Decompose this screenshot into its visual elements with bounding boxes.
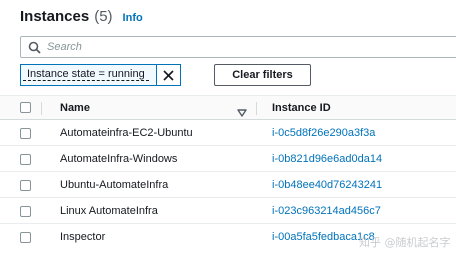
info-link[interactable]: Info [123,12,143,24]
instance-name: Automateinfra-EC2-Ubuntu [60,127,193,139]
clear-filters-button[interactable]: Clear filters [214,64,311,86]
table-row[interactable]: Linux AutomateInfra i-023c963214ad456c7 [0,198,456,224]
table-row[interactable]: AutomateInfra-Windows i-0b821d96e6ad0da1… [0,146,456,172]
instance-id-link[interactable]: i-0b48ee40d76243241 [272,179,382,191]
search-input[interactable] [47,41,437,53]
instance-id-link[interactable]: i-0c5d8f26e290a3f3a [272,127,375,139]
row-checkbox[interactable] [20,232,31,243]
instance-name: Linux AutomateInfra [60,205,158,217]
filter-token: Instance state = running [20,64,181,86]
filter-token-label[interactable]: Instance state = running [23,68,149,81]
table-row[interactable]: Ubuntu-AutomateInfra i-0b48ee40d76243241 [0,172,456,198]
instance-name: AutomateInfra-Windows [60,153,178,165]
row-checkbox[interactable] [20,128,31,139]
column-header-instance-id[interactable]: Instance ID [272,102,331,114]
page-title: Instances [20,8,90,25]
watermark: 知乎 @随机起名字 [359,236,451,249]
column-divider [41,102,42,115]
select-all-checkbox[interactable] [20,102,31,113]
instance-count: (5) [94,8,113,25]
remove-filter-button[interactable] [156,65,180,85]
search-icon [28,40,42,54]
close-icon [163,69,174,81]
table-header: Name Instance ID [0,95,456,120]
instance-id-link[interactable]: i-0b821d96e6ad0da14 [272,153,382,165]
table-row[interactable]: Automateinfra-EC2-Ubuntu i-0c5d8f26e290a… [0,120,456,146]
page-header: Instances (5) Info [20,8,143,30]
column-header-name[interactable]: Name [60,102,90,114]
column-divider [256,102,257,115]
instance-id-link[interactable]: i-023c963214ad456c7 [272,205,381,217]
row-checkbox[interactable] [20,154,31,165]
row-checkbox[interactable] [20,180,31,191]
search-bar[interactable] [20,36,456,58]
instance-name: Inspector [60,231,106,243]
instance-name: Ubuntu-AutomateInfra [60,179,169,191]
row-checkbox[interactable] [20,206,31,217]
